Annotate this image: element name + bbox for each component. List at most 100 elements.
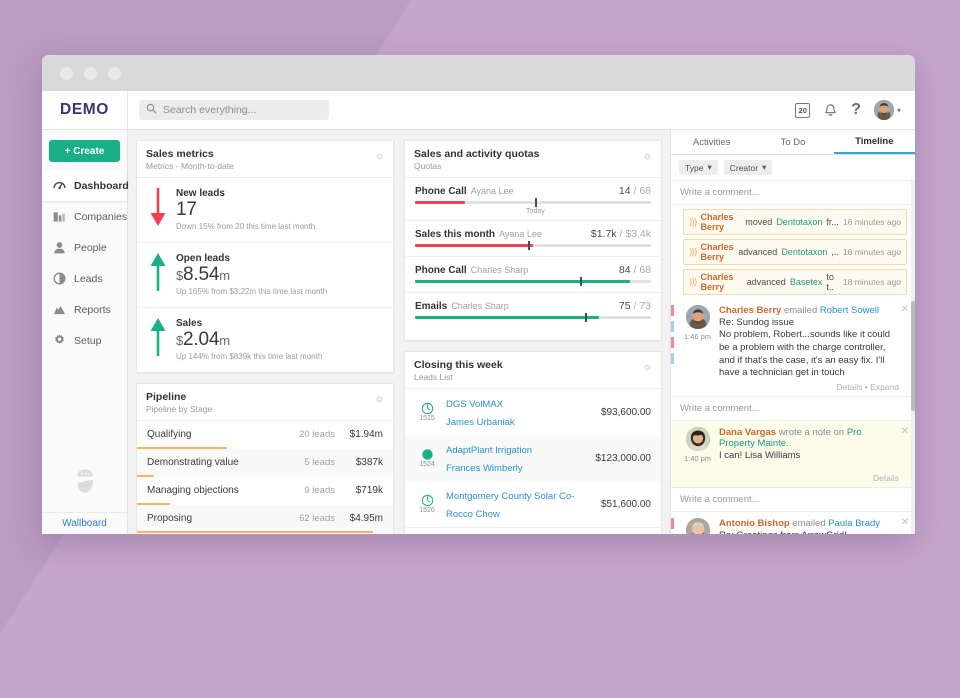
gear-icon[interactable]: [642, 361, 653, 379]
help-icon[interactable]: ?: [851, 101, 861, 119]
pipeline-row[interactable]: Qualifying 20 leads $1.94m: [137, 421, 393, 449]
timeline-scrollbar[interactable]: [911, 181, 915, 534]
wallboard-link[interactable]: Wallboard: [42, 512, 127, 534]
chevrons-icon: ⟩⟩⟩: [689, 216, 697, 227]
tab-activities[interactable]: Activities: [671, 130, 752, 154]
buildings-icon: [52, 209, 67, 224]
avatar[interactable]: [873, 100, 894, 120]
sidebar-item-companies[interactable]: Companies: [42, 201, 127, 232]
timeline-event[interactable]: ⟩⟩⟩ Charles Berry moved Dentotaxon fr...…: [683, 209, 907, 235]
card-subtitle: Quotas: [414, 161, 442, 171]
lead-company[interactable]: AdaptPlant Irrigation: [446, 445, 532, 456]
timeline-scrollbar-thumb[interactable]: [911, 301, 915, 411]
filter-creator[interactable]: Creator ▾: [723, 160, 773, 175]
sidebar: + Create Dashboard Companies People Lead…: [42, 130, 129, 534]
timeline-post[interactable]: 12:38 pm Antonio Bishop emailed Paula Br…: [671, 512, 915, 534]
sidebar-item-people[interactable]: People: [42, 232, 127, 263]
event-action: moved: [745, 217, 773, 227]
pipeline-leads: 5 leads: [304, 457, 335, 468]
bell-icon[interactable]: [823, 103, 838, 118]
event-timestamp: 16 minutes ago: [842, 217, 901, 227]
gear-icon[interactable]: [374, 393, 385, 411]
post-target[interactable]: Robert Sowell: [820, 305, 879, 316]
event-action: advanced: [738, 247, 778, 257]
comment-input[interactable]: Write a comment...: [671, 488, 915, 513]
gear-icon[interactable]: [642, 150, 653, 168]
avatar[interactable]: [685, 305, 710, 329]
chevrons-icon: ⟩⟩⟩: [689, 276, 697, 287]
gear-icon[interactable]: [374, 150, 385, 168]
arrow-up-icon: [149, 316, 167, 363]
calendar-icon[interactable]: 20: [795, 102, 811, 118]
lead-person[interactable]: Rocco Chow: [446, 509, 500, 520]
quota-today-label: Today: [526, 208, 545, 215]
progress-circle-icon: 1524: [415, 448, 439, 468]
card-header: Sales metrics Metrics - Month-to-date: [137, 141, 393, 178]
details-link[interactable]: Details: [836, 382, 862, 392]
sidebar-item-reports[interactable]: Reports: [42, 294, 127, 325]
post-text: I can! Lisa Williams: [719, 450, 801, 462]
chevron-down-icon: ▾: [896, 105, 901, 115]
search-input[interactable]: Search everything...: [139, 100, 329, 120]
app-logo[interactable]: DEMO: [42, 91, 128, 129]
lead-person[interactable]: Frances Wimberly: [446, 463, 523, 474]
tab-timeline[interactable]: Timeline: [833, 130, 915, 154]
search-icon: [146, 101, 157, 119]
quota-current: 14: [618, 185, 631, 197]
timeline-scroll-area[interactable]: Write a comment... ⟩⟩⟩ Charles Berry mov…: [671, 181, 915, 534]
quota-count: $1.7k / $3.4k: [590, 228, 651, 240]
pipeline-row[interactable]: Demonstrating value 5 leads $387k: [137, 449, 393, 477]
timeline-event[interactable]: ⟩⟩⟩ Charles Berry advanced Dentotaxon ,.…: [683, 239, 907, 265]
user-menu[interactable]: ▾: [873, 100, 901, 120]
arrow-down-icon: [149, 186, 167, 233]
timeline-post[interactable]: 1:46 pm Charles Berry emailed Robert Sow…: [671, 299, 915, 398]
pipeline-row[interactable]: Proposing 62 leads $4.95m: [137, 505, 393, 533]
chevron-down-icon: ▾: [762, 162, 767, 172]
quota-current: 75: [618, 300, 631, 312]
sidebar-item-dashboard[interactable]: Dashboard: [42, 170, 129, 201]
window-maximize-button[interactable]: [108, 66, 121, 80]
header-icon-group: 20 ? ▾: [795, 100, 905, 120]
quota-count: 14 / 68: [618, 185, 651, 197]
details-link[interactable]: Details: [873, 473, 899, 483]
comment-input[interactable]: Write a comment...: [671, 397, 915, 422]
chart-icon: [52, 302, 67, 317]
pipeline-row[interactable]: Managing objections 9 leads $719k: [137, 477, 393, 505]
sidebar-item-setup[interactable]: Setup: [42, 325, 127, 356]
post-meta: 12:38 pm: [675, 512, 719, 534]
lead-row[interactable]: 1526 Montgomery County Solar Co- Rocco C…: [405, 481, 661, 527]
quota-count: 84 / 68: [618, 264, 651, 276]
window-close-button[interactable]: [60, 66, 73, 80]
tab-todo[interactable]: To Do: [752, 130, 833, 154]
filter-type[interactable]: Type ▾: [679, 160, 718, 175]
lead-id: 1515: [419, 415, 435, 422]
card-header: Sales and activity quotas Quotas: [405, 141, 661, 178]
timeline-event[interactable]: ⟩⟩⟩ Charles Berry advanced Basetex to t.…: [683, 269, 907, 295]
close-icon[interactable]: ✕: [901, 426, 909, 437]
card-title: Sales metrics: [146, 148, 214, 160]
pipeline-amount: $719k: [355, 485, 383, 496]
lead-company[interactable]: DGS VolMAX: [446, 399, 503, 410]
lead-row[interactable]: 1515 DGS VolMAX James Urbaniak $93,600.0…: [405, 389, 661, 435]
quota-fill: [415, 316, 600, 319]
card-subtitle: Metrics - Month-to-date: [146, 161, 234, 171]
post-meta: 1:40 pm: [675, 421, 719, 487]
post-target[interactable]: Paula Brady: [828, 518, 880, 529]
window-minimize-button[interactable]: [84, 66, 97, 80]
avatar[interactable]: [685, 518, 710, 534]
close-icon[interactable]: ✕: [901, 517, 909, 528]
quota-today-marker: [584, 313, 587, 322]
lead-person[interactable]: James Urbaniak: [446, 417, 515, 428]
lead-row[interactable]: 1524 AdaptPlant Irrigation Frances Wimbe…: [405, 435, 661, 481]
lead-company[interactable]: Montgomery County Solar Co-: [446, 491, 574, 502]
close-icon[interactable]: ✕: [901, 304, 909, 315]
sidebar-item-leads[interactable]: Leads: [42, 263, 127, 294]
pipeline-row[interactable]: Contracting 5 leads $534k: [137, 533, 393, 534]
expand-link[interactable]: Expand: [870, 382, 899, 392]
pipeline-stage: Demonstrating value: [147, 457, 239, 468]
timeline-post[interactable]: 1:40 pm Dana Vargas wrote a note on Pro …: [671, 421, 915, 489]
gauge-icon: [52, 178, 67, 193]
create-button[interactable]: + Create: [49, 140, 120, 162]
comment-input[interactable]: Write a comment...: [671, 181, 915, 205]
avatar[interactable]: [685, 427, 710, 452]
